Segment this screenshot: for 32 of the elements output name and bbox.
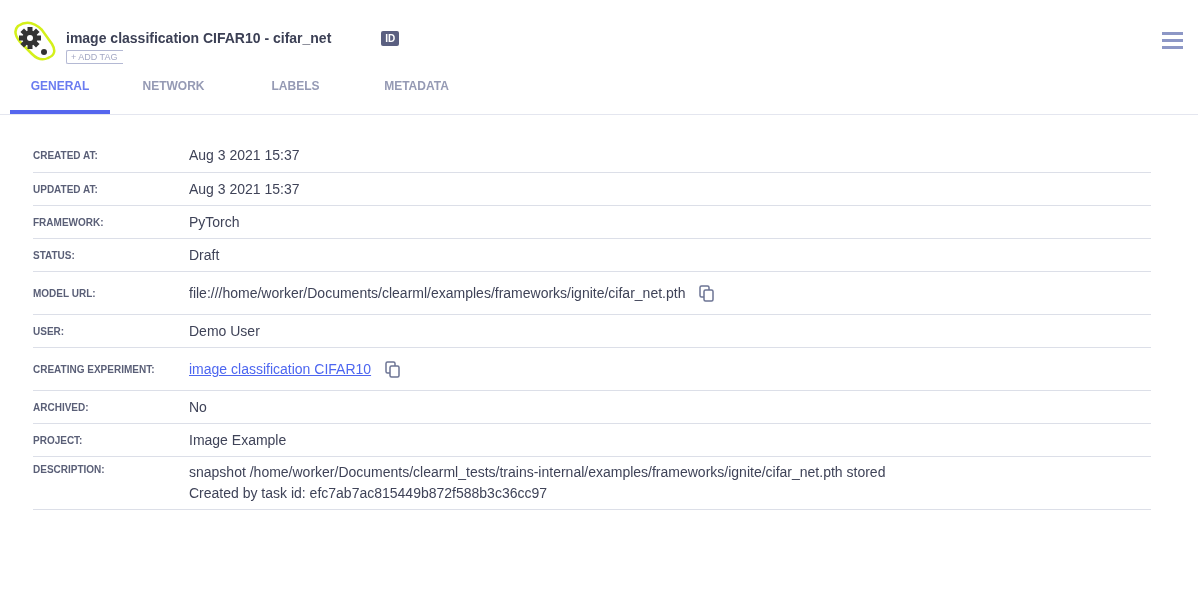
detail-value: Demo User	[189, 321, 260, 341]
detail-label: CREATED AT:	[33, 150, 99, 161]
copy-icon[interactable]	[385, 360, 402, 378]
detail-label: STATUS:	[33, 249, 76, 261]
detail-label: ARCHIVED:	[33, 401, 90, 413]
detail-label: UPDATED AT:	[33, 183, 99, 195]
detail-label: DESCRIPTION:	[33, 463, 106, 475]
detail-value: Draft	[189, 245, 220, 265]
detail-label: MODEL URL:	[33, 287, 97, 299]
detail-label: PROJECT:	[33, 434, 84, 446]
experiment-link[interactable]: image classification CIFAR10	[189, 361, 372, 377]
menu-icon[interactable]	[1162, 32, 1184, 50]
copy-icon[interactable]	[699, 284, 716, 302]
tab[interactable]: GENERAL	[10, 62, 110, 114]
detail-value: snapshot /home/worker/Documents/clearml_tests/trains-internal/examples/frameworks/ignite/cifar_net.pth stored	[189, 463, 886, 482]
detail-value: Aug 3 2021 15:37	[189, 146, 300, 165]
detail-value: Created by task id: efc7ab7ac815449b872f588b3c36cc97	[189, 484, 549, 503]
detail-value: Aug 3 2021 15:37	[189, 179, 300, 199]
model-title: image classification CIFAR10 - cifar_net	[66, 30, 332, 46]
detail-value: PyTorch	[189, 212, 240, 232]
tab[interactable]: METADATA	[354, 62, 479, 114]
add-tag-button[interactable]: + ADD TAG	[66, 50, 124, 64]
detail-value: Image Example	[189, 430, 287, 450]
detail-label: FRAMEWORK:	[33, 216, 105, 228]
detail-label: CREATING EXPERIMENT:	[33, 363, 156, 375]
detail-value: file:///home/worker/Documents/clearml/examples/frameworks/ignite/cifar_net.pth	[189, 283, 686, 303]
id-badge[interactable]: ID	[381, 31, 400, 46]
tab[interactable]: NETWORK	[110, 62, 237, 114]
gear-logo-icon	[12, 20, 56, 64]
detail-label: USER:	[33, 325, 66, 337]
tab[interactable]: LABELS	[237, 62, 354, 114]
detail-value: No	[189, 397, 207, 417]
